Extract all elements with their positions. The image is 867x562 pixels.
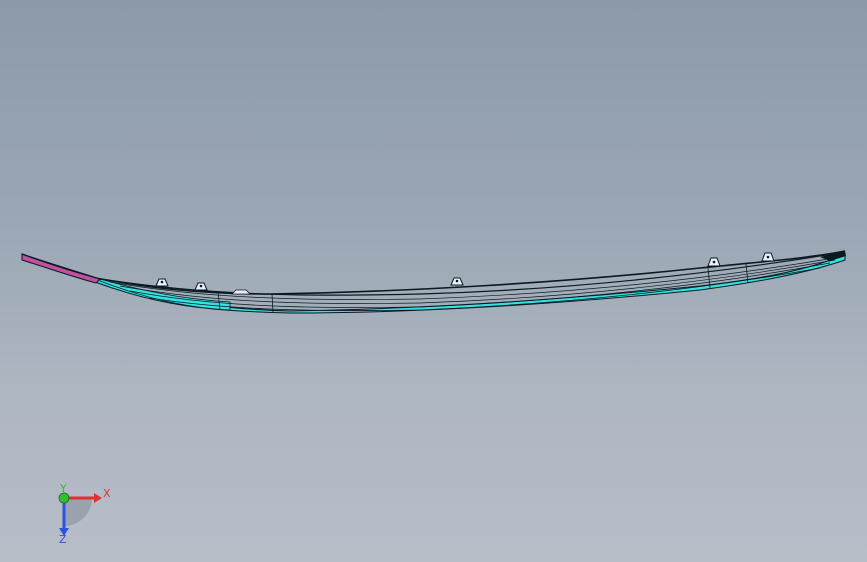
z-axis-label: Z	[59, 533, 67, 546]
clip-3[interactable]	[450, 277, 464, 286]
graphics-viewport[interactable]: X Z Y	[0, 0, 867, 562]
clip-4[interactable]	[707, 257, 721, 267]
left-tip-edge	[21, 253, 101, 280]
y-axis-label: Y	[59, 482, 67, 495]
clip-1[interactable]	[155, 278, 169, 287]
edge-line-3	[119, 259, 836, 304]
clip-5[interactable]	[761, 252, 775, 262]
x-axis-arrow	[94, 493, 102, 503]
x-axis-label: X	[103, 487, 111, 500]
clip-6[interactable]	[231, 289, 251, 295]
triad-shadow	[64, 498, 92, 526]
model-view[interactable]	[0, 0, 867, 562]
orientation-triad: X Z Y	[44, 480, 124, 546]
top-contour	[94, 250, 846, 295]
clip-2[interactable]	[194, 282, 208, 291]
